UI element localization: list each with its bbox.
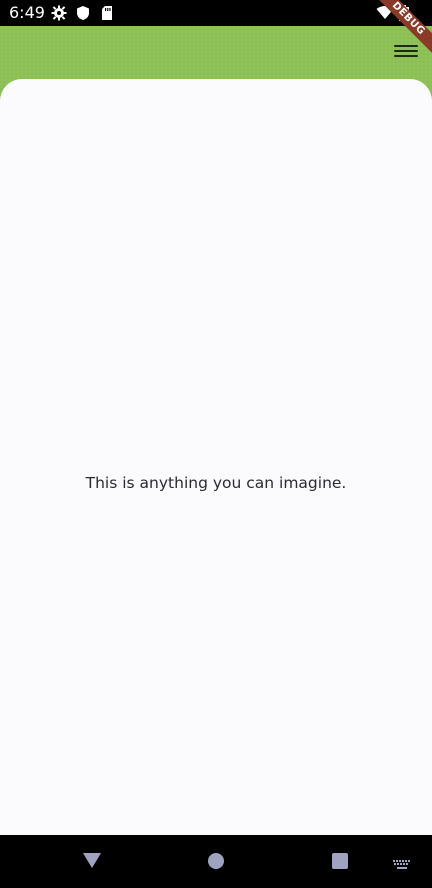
recents-icon[interactable] bbox=[332, 853, 348, 869]
navigation-bar bbox=[0, 835, 432, 888]
app-screen: 6:49 DEBUG This is anything you can imag… bbox=[0, 0, 432, 888]
status-time: 6:49 bbox=[9, 3, 45, 22]
hamburger-menu-icon[interactable] bbox=[394, 42, 418, 64]
keyboard-icon[interactable] bbox=[393, 857, 411, 869]
shield-icon bbox=[75, 5, 91, 21]
gear-icon bbox=[51, 5, 67, 21]
menu-line bbox=[394, 45, 418, 47]
back-icon[interactable] bbox=[83, 853, 101, 868]
menu-line bbox=[394, 55, 418, 57]
content-sheet: This is anything you can imagine. bbox=[0, 79, 432, 835]
menu-line bbox=[394, 50, 418, 52]
app-bar bbox=[0, 26, 432, 86]
status-bar: 6:49 bbox=[0, 0, 432, 26]
sd-card-icon bbox=[99, 5, 115, 21]
content-text: This is anything you can imagine. bbox=[85, 474, 347, 492]
home-icon[interactable] bbox=[208, 853, 224, 869]
